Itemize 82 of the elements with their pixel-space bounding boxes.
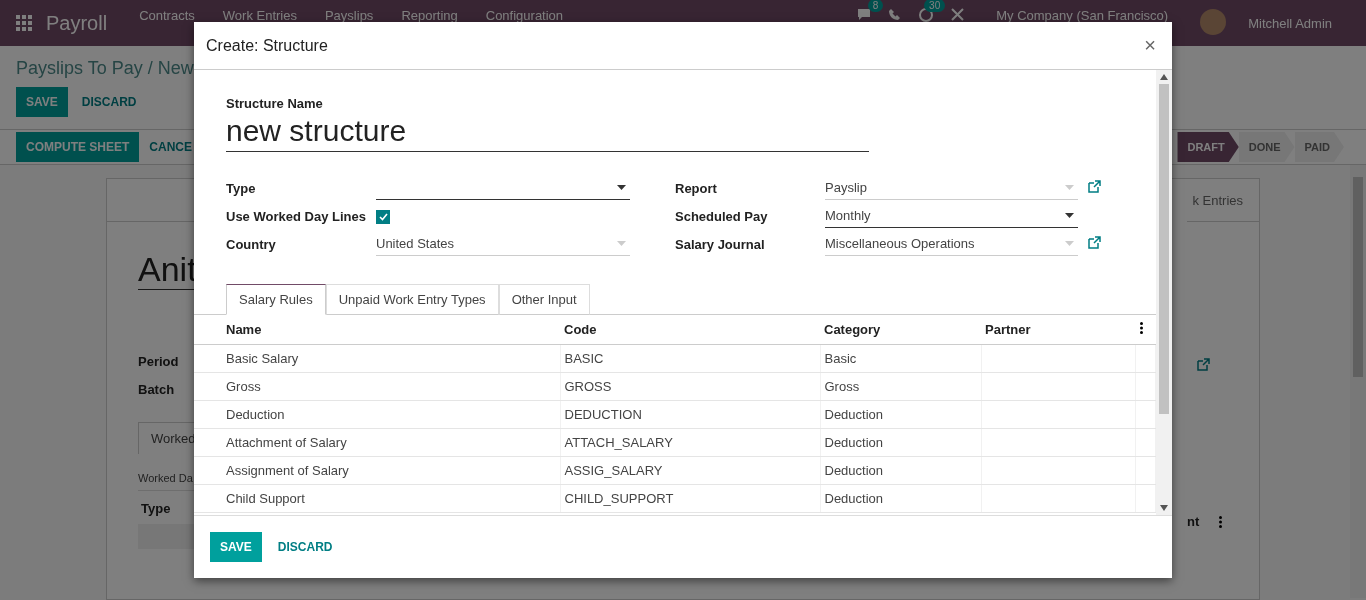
apps-grid-icon[interactable] xyxy=(16,15,32,31)
cancel-button[interactable]: CANCE xyxy=(139,132,202,162)
external-link-icon[interactable] xyxy=(1088,180,1101,193)
table-cell: Attachment of Salary xyxy=(194,428,560,457)
scroll-down-icon[interactable] xyxy=(1160,505,1168,511)
dropdown-field[interactable]: Miscellaneous Operations xyxy=(825,232,1078,256)
phone-icon[interactable] xyxy=(889,8,902,20)
tab[interactable]: Salary Rules xyxy=(226,284,326,315)
column-header: nt xyxy=(1187,514,1200,529)
field-label: Period xyxy=(138,354,180,371)
count-badge: 8 xyxy=(867,0,884,12)
checkbox[interactable] xyxy=(376,209,390,224)
column-header: Category xyxy=(820,315,981,345)
field-label: Report xyxy=(675,180,718,196)
table-cell: Deduction xyxy=(820,400,981,429)
field-label: Type xyxy=(226,180,257,196)
caret-icon xyxy=(617,241,626,246)
caret-icon xyxy=(1065,241,1074,246)
dropdown-field[interactable]: United States xyxy=(376,232,630,256)
tab[interactable]: Other Input xyxy=(498,284,590,315)
breadcrumb: Payslips To Pay / New xyxy=(15,57,195,80)
field-label: Batch xyxy=(138,382,176,399)
status-stage[interactable]: DONE xyxy=(1238,132,1295,162)
table-cell: BASIC xyxy=(560,344,820,373)
caret-icon xyxy=(1065,213,1074,218)
chat-icon[interactable] xyxy=(857,8,872,21)
close-button[interactable]: × xyxy=(1140,34,1160,57)
count-badge: 30 xyxy=(924,0,946,12)
smart-button[interactable]: k Entries xyxy=(1187,179,1259,222)
table-cell: Child Support xyxy=(194,484,560,513)
field-label: Salary Journal xyxy=(675,236,766,252)
table-cell: CHILD_SUPPORT xyxy=(560,484,820,513)
field-label: Scheduled Pay xyxy=(675,208,769,224)
compute-sheet-button[interactable]: COMPUTE SHEET xyxy=(16,132,140,162)
kebab-icon[interactable] xyxy=(1139,322,1143,334)
caret-icon xyxy=(1065,185,1074,190)
scrollbar[interactable] xyxy=(1350,165,1366,598)
dropdown-field[interactable]: Payslip xyxy=(825,176,1078,200)
status-stage[interactable]: PAID xyxy=(1294,132,1344,162)
clock-icon[interactable] xyxy=(919,8,934,22)
table-cell: Assignment of Salary xyxy=(194,456,560,485)
table-cell: ASSIG_SALARY xyxy=(560,456,820,485)
app-name[interactable]: Payroll xyxy=(46,11,108,35)
table-cell: Basic xyxy=(820,344,981,373)
menu-item[interactable]: Reporting xyxy=(401,0,458,22)
menu-item[interactable]: Work Entries xyxy=(222,0,297,22)
table-cell: Basic Salary xyxy=(194,344,560,373)
menu-item[interactable]: Configuration xyxy=(485,0,564,22)
menu-item[interactable]: Contracts xyxy=(139,0,195,22)
table-cell: ATTACH_SALARY xyxy=(560,428,820,457)
column-header: Name xyxy=(194,315,560,345)
table-cell: DEDUCTION xyxy=(560,400,820,429)
scrollbar[interactable] xyxy=(1156,70,1172,515)
user-menu[interactable]: Mitchell Admin xyxy=(1248,8,1332,30)
tab[interactable]: Unpaid Work Entry Types xyxy=(325,284,499,315)
table-cell: Deduction xyxy=(820,484,981,513)
discard-button[interactable]: DISCARD xyxy=(71,87,147,117)
select-field[interactable]: Monthly xyxy=(825,204,1078,228)
scroll-up-icon[interactable] xyxy=(1160,74,1168,80)
save-button[interactable]: SAVE xyxy=(16,87,68,117)
menu-item[interactable]: Payslips xyxy=(324,0,374,22)
field-label: Structure Name xyxy=(226,96,324,111)
tools-icon[interactable] xyxy=(951,8,965,21)
field-label: Use Worked Day Lines xyxy=(226,208,367,224)
discard-button[interactable]: DISCARD xyxy=(267,532,343,562)
column-header: Type xyxy=(141,501,172,516)
table-cell: Deduction xyxy=(194,400,560,429)
dialog-title: Create: Structure xyxy=(206,36,328,55)
table-cell: GROSS xyxy=(560,372,820,401)
table-cell: Gross xyxy=(820,372,981,401)
caret-icon xyxy=(617,185,626,190)
table-cell: Gross xyxy=(194,372,560,401)
table-row xyxy=(138,524,195,549)
column-header: Code xyxy=(560,315,820,345)
save-button[interactable]: SAVE xyxy=(210,532,262,562)
external-link-icon[interactable] xyxy=(1088,236,1101,249)
external-link-icon[interactable] xyxy=(1197,358,1210,371)
column-header: Partner xyxy=(981,315,1136,345)
status-stage[interactable]: DRAFT xyxy=(1177,132,1239,162)
table-cell: Deduction xyxy=(820,456,981,485)
table-cell: Deduction xyxy=(820,428,981,457)
field-label: Country xyxy=(226,236,277,252)
